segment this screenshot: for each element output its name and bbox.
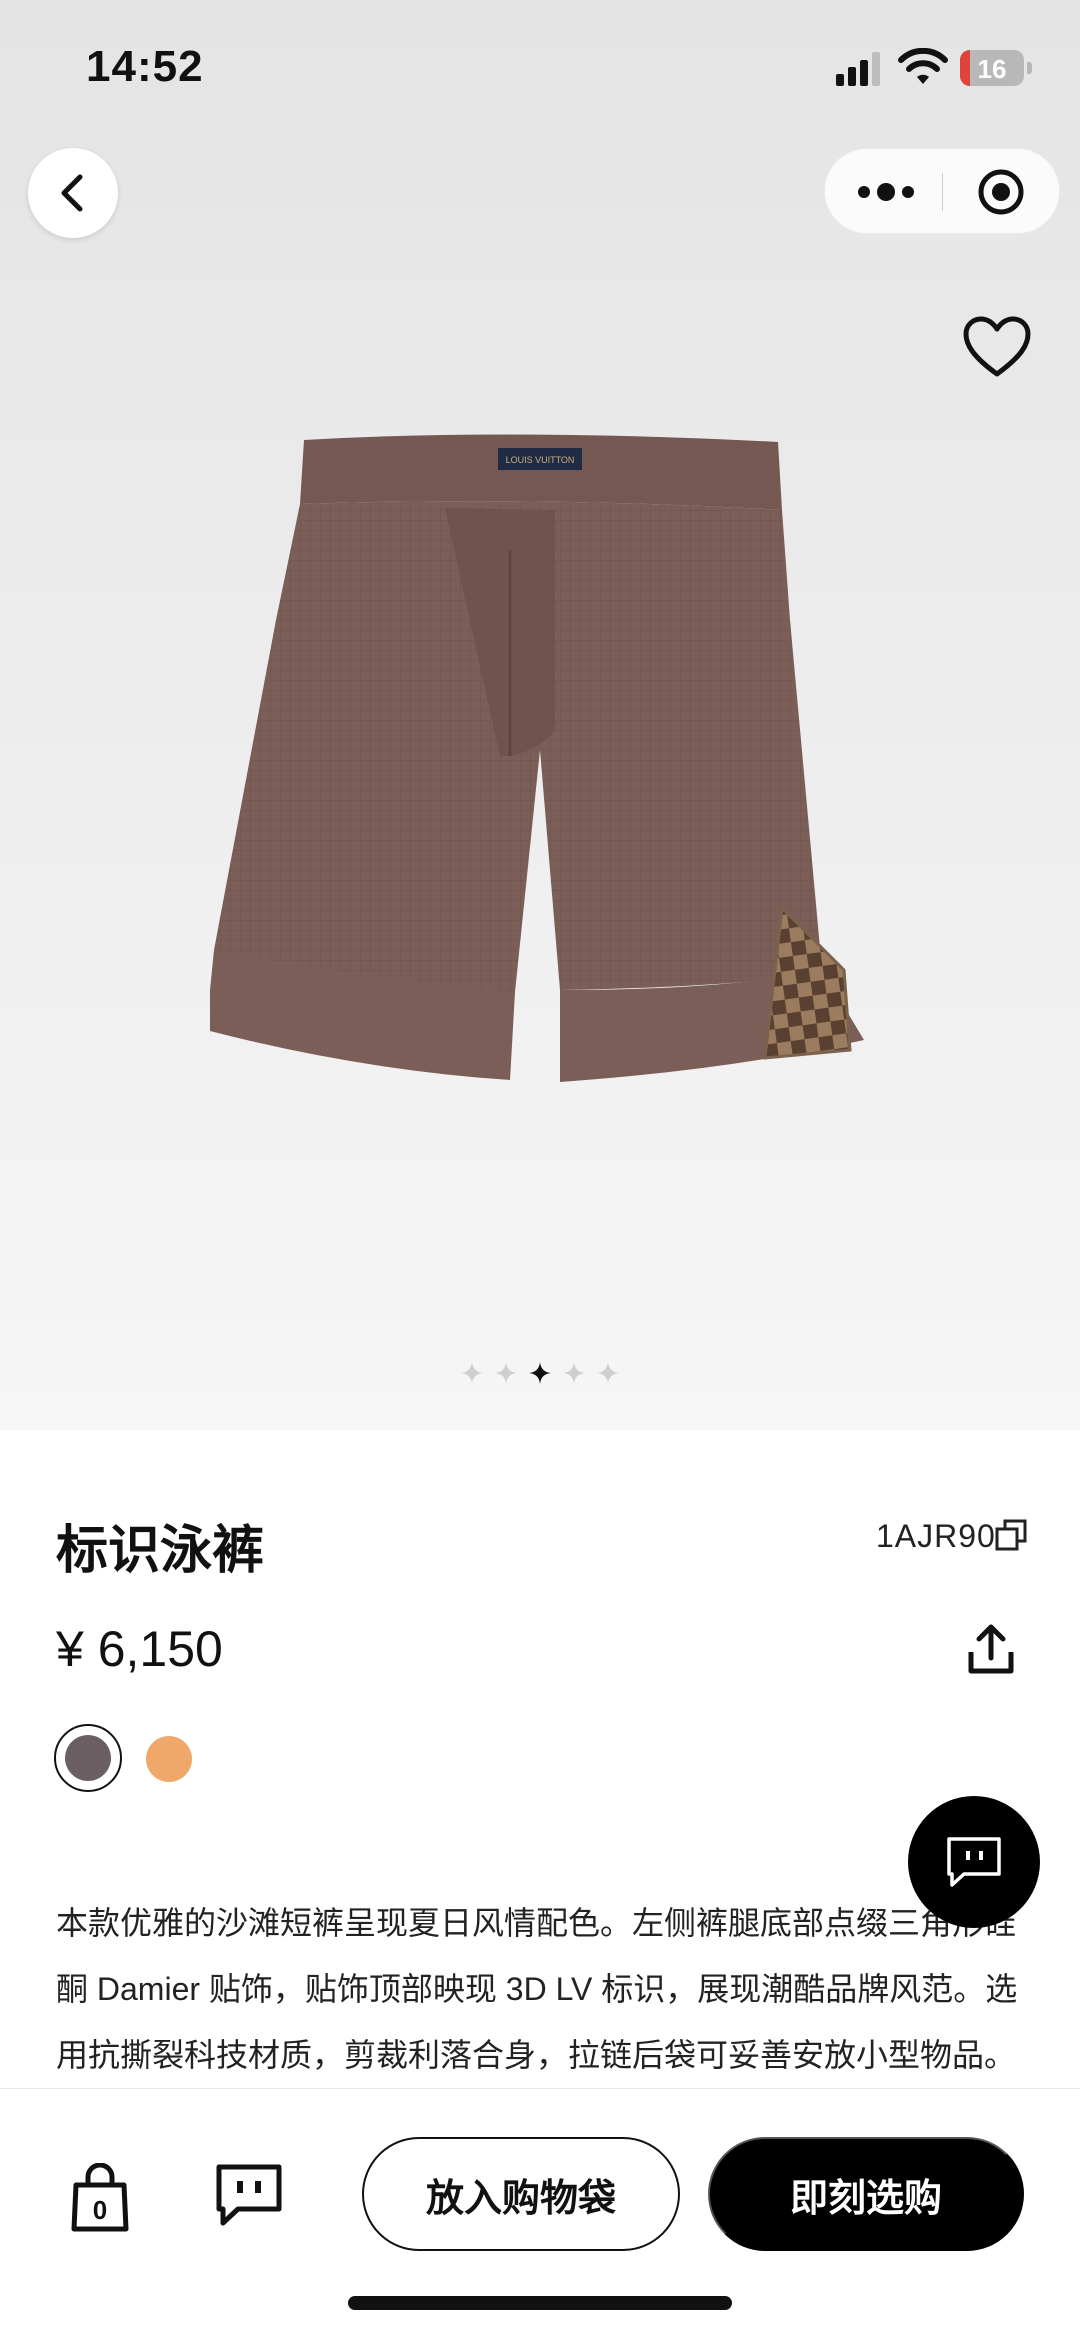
bag-count: 0 bbox=[92, 2195, 108, 2225]
more-dots-icon bbox=[858, 183, 914, 201]
product-gallery[interactable]: 14:52 16 LOUIS VUITTON bbox=[0, 0, 1080, 1430]
color-swatch-brown bbox=[65, 1735, 111, 1781]
back-button[interactable] bbox=[28, 148, 118, 238]
pager-dot[interactable] bbox=[596, 1361, 620, 1385]
message-icon[interactable] bbox=[214, 2161, 284, 2231]
wifi-icon bbox=[898, 48, 948, 84]
chat-bubble-icon bbox=[947, 1837, 1001, 1887]
svg-text:LOUIS VUITTON: LOUIS VUITTON bbox=[506, 455, 575, 465]
add-to-bag-button[interactable]: 放入购物袋 bbox=[362, 2137, 680, 2251]
buy-now-button[interactable]: 即刻选购 bbox=[708, 2137, 1024, 2251]
product-title: 标识泳裤 bbox=[56, 1522, 265, 1580]
pager-dot-active[interactable] bbox=[528, 1361, 552, 1385]
miniprogram-capsule bbox=[824, 148, 1060, 234]
product-image[interactable]: LOUIS VUITTON bbox=[210, 430, 870, 1090]
heart-icon[interactable] bbox=[962, 316, 1032, 380]
pager-dot[interactable] bbox=[562, 1361, 586, 1385]
battery-indicator: 16 bbox=[960, 50, 1032, 86]
product-price: ¥ 6,150 bbox=[56, 1621, 223, 1677]
product-description: 本款优雅的沙滩短裤呈现夏日风情配色。左侧裤腿底部点缀三角形硅酮 Damier 贴… bbox=[56, 1905, 1018, 2073]
close-miniprogram-button[interactable] bbox=[973, 167, 1029, 217]
status-time: 14:52 bbox=[86, 42, 204, 91]
target-close-icon bbox=[978, 169, 1024, 215]
battery-level: 16 bbox=[977, 54, 1007, 84]
color-swatch-selected[interactable] bbox=[54, 1724, 122, 1792]
copy-icon[interactable] bbox=[994, 1518, 1028, 1552]
product-sku: 1AJR90 bbox=[876, 1518, 996, 1554]
pager-dot[interactable] bbox=[460, 1361, 484, 1385]
more-button[interactable] bbox=[853, 167, 919, 217]
home-indicator bbox=[348, 2296, 732, 2310]
status-bar: 14:52 16 bbox=[0, 0, 1080, 140]
image-pager[interactable] bbox=[460, 1358, 620, 1388]
cellular-signal-icon bbox=[836, 52, 880, 86]
chat-button[interactable] bbox=[908, 1796, 1040, 1928]
color-swatch-orange[interactable] bbox=[146, 1736, 192, 1782]
pager-dot[interactable] bbox=[494, 1361, 518, 1385]
chevron-left-icon bbox=[61, 174, 83, 212]
share-icon[interactable] bbox=[966, 1622, 1016, 1676]
